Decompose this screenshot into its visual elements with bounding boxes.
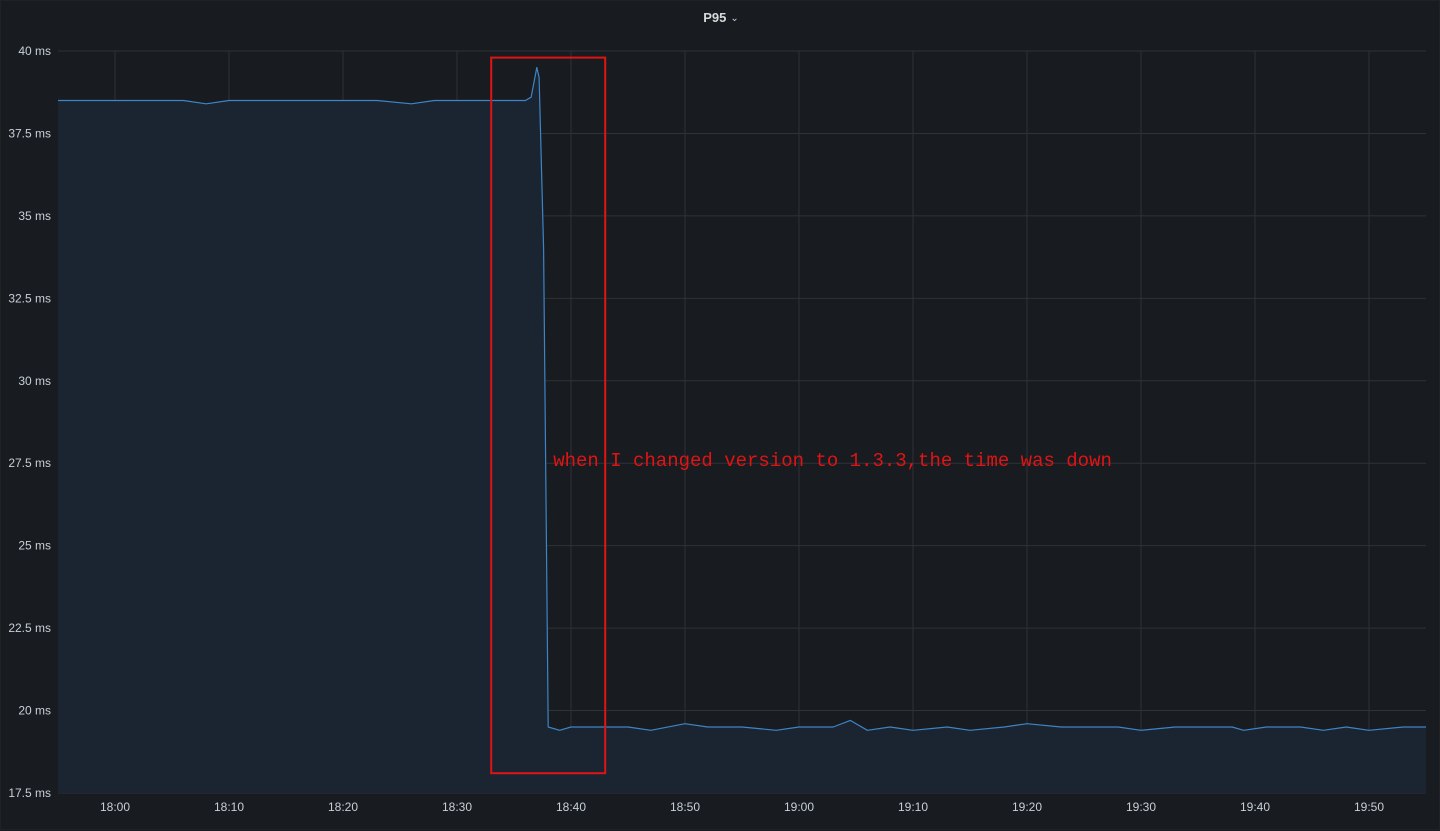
x-tick-label: 18:30	[442, 800, 472, 814]
panel-title[interactable]: P95	[703, 9, 726, 27]
y-tick-label: 27.5 ms	[8, 456, 51, 470]
x-axis: 18:00 18:10 18:20 18:30 18:40 18:50 19:00 19:10…	[100, 800, 1384, 814]
panel-header[interactable]: P95 ⌄	[1, 9, 1440, 29]
x-tick-label: 19:30	[1126, 800, 1156, 814]
y-tick-label: 20 ms	[18, 704, 51, 718]
x-tick-label: 18:50	[670, 800, 700, 814]
annotation-text: when I changed version to 1.3.3,the time…	[553, 450, 1112, 472]
y-tick-label: 22.5 ms	[8, 621, 51, 635]
y-tick-label: 35 ms	[18, 209, 51, 223]
y-tick-label: 25 ms	[18, 539, 51, 553]
x-tick-label: 19:00	[784, 800, 814, 814]
x-tick-label: 19:10	[898, 800, 928, 814]
series-area	[58, 67, 1426, 793]
x-tick-label: 18:10	[214, 800, 244, 814]
y-tick-label: 37.5 ms	[8, 126, 51, 140]
y-tick-label: 17.5 ms	[8, 786, 51, 800]
x-tick-label: 19:40	[1240, 800, 1270, 814]
chart: 17.5 ms 20 ms 22.5 ms 25 ms 27.5 ms 30 ms 32.5…	[8, 44, 1426, 814]
annotation-layer: when I changed version to 1.3.3,the time…	[490, 56, 1112, 775]
x-tick-label: 18:40	[556, 800, 586, 814]
y-tick-label: 40 ms	[18, 44, 51, 58]
chevron-down-icon[interactable]: ⌄	[730, 10, 738, 28]
x-tick-label: 18:00	[100, 800, 130, 814]
y-axis: 17.5 ms 20 ms 22.5 ms 25 ms 27.5 ms 30 ms 32.5…	[8, 44, 51, 800]
x-tick-label: 19:20	[1012, 800, 1042, 814]
graph-panel: 17.5 ms 20 ms 22.5 ms 25 ms 27.5 ms 30 ms 32.5…	[0, 0, 1440, 830]
series-layer	[58, 66, 1426, 793]
x-tick-label: 19:50	[1354, 800, 1384, 814]
y-tick-label: 30 ms	[18, 374, 51, 388]
y-tick-label: 32.5 ms	[8, 291, 51, 305]
x-tick-label: 18:20	[328, 800, 358, 814]
